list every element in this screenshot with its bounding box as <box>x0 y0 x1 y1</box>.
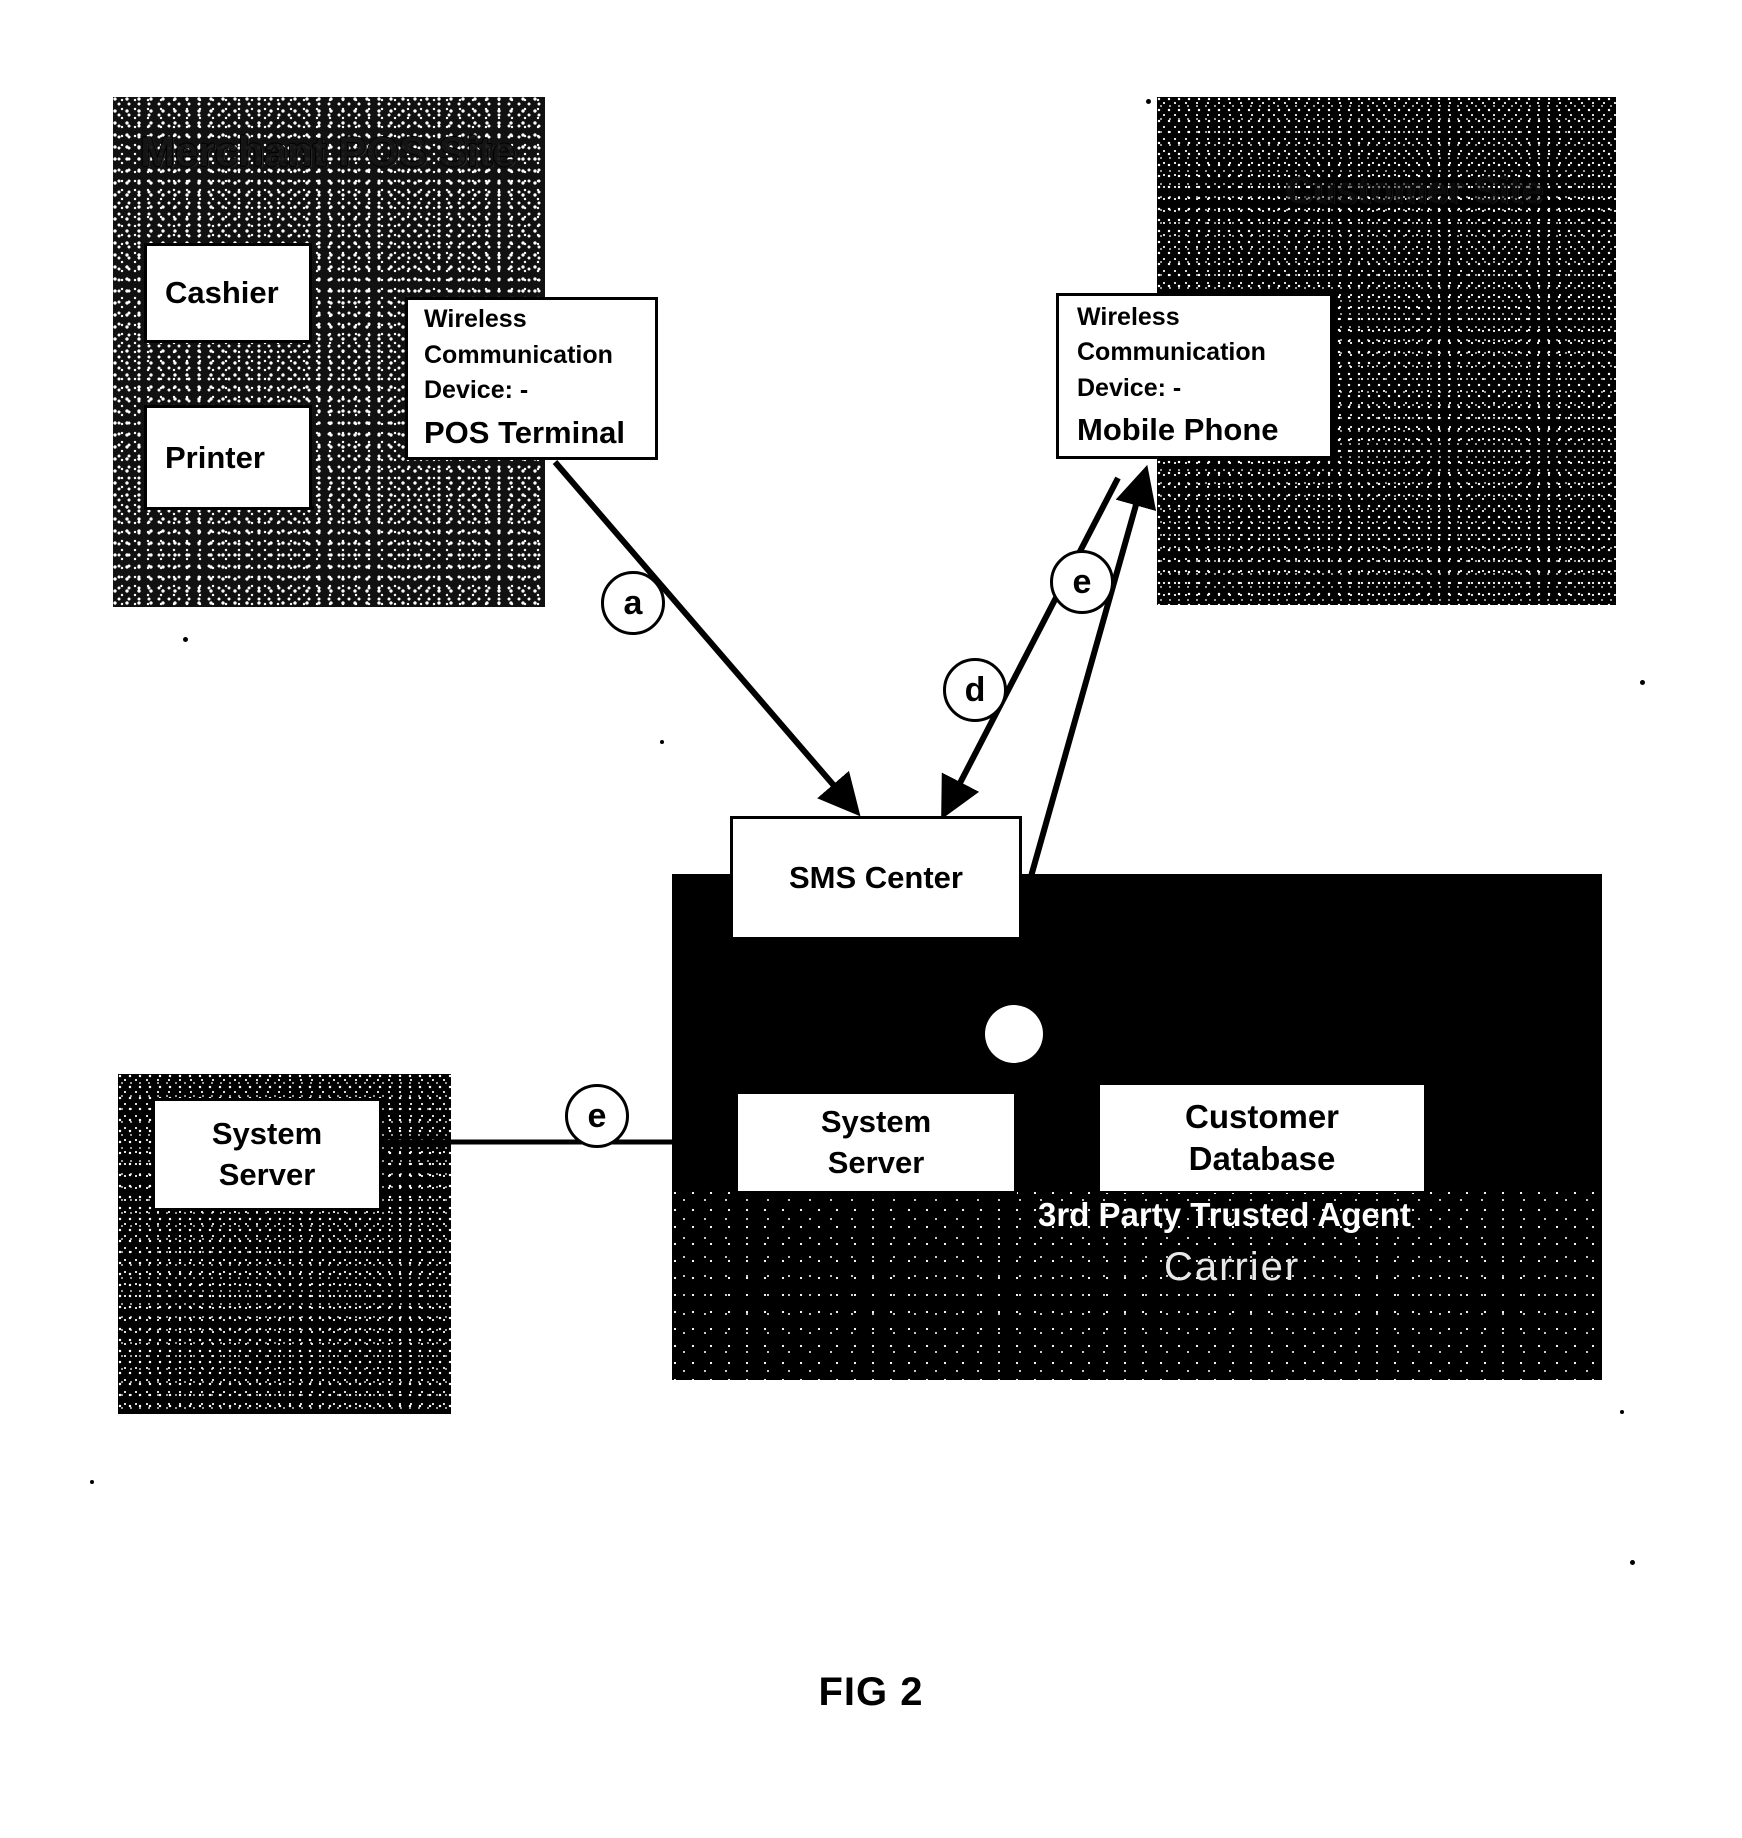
patent-figure-2: Merchant POS Site Cashier Printer Custom… <box>0 0 1742 1838</box>
mobile-phone-line-4: Mobile Phone <box>1077 412 1279 448</box>
scan-speckle <box>1630 1560 1635 1565</box>
scan-speckle <box>1146 99 1151 104</box>
edge-e-top-line <box>1027 464 1157 881</box>
pos-terminal-node: Wireless Communication Device: - POS Ter… <box>405 297 658 460</box>
edge-badge-d-label: d <box>964 670 986 709</box>
pos-terminal-line-4: POS Terminal <box>424 414 625 450</box>
scan-speckle <box>1620 1410 1624 1414</box>
system-server-operator-node: System Server <box>152 1098 382 1211</box>
scan-speckle <box>660 740 664 744</box>
printer-node: Printer <box>144 405 312 510</box>
edge-badge-e-left: e <box>565 1084 629 1148</box>
edge-badge-e-top-label: e <box>1072 562 1092 601</box>
edge-a-line <box>552 460 861 817</box>
carrier-system-server-line-2: Server <box>827 1144 925 1180</box>
carrier-system-server-line-1: System <box>820 1104 932 1140</box>
edge-badge-a-label: a <box>623 583 643 622</box>
sms-center-label: SMS Center <box>789 860 963 895</box>
figure-caption: FIG 2 <box>818 1670 924 1714</box>
customer-database-line-1: Customer <box>1184 1097 1340 1135</box>
sms-center-node: SMS Center <box>730 816 1022 940</box>
carrier-region-texture <box>672 1190 1602 1380</box>
edge-badge-d: d <box>943 658 1007 722</box>
cashier-node: Cashier <box>144 243 312 343</box>
mobile-phone-node: Wireless Communication Device: - Mobile … <box>1056 293 1333 459</box>
pos-terminal-line-3: Device: - <box>424 376 529 405</box>
edge-badge-a: a <box>601 571 665 635</box>
customer-database-line-2: Database <box>1188 1140 1336 1177</box>
system-server-operator-line-2: Server <box>218 1156 316 1192</box>
edge-badge-e-left-label: e <box>587 1096 607 1135</box>
pos-terminal-line-1: Wireless <box>424 305 527 334</box>
pos-terminal-line-2: Communication <box>424 340 613 369</box>
edge-d-line <box>941 476 1121 820</box>
cashier-label: Cashier <box>165 275 279 310</box>
scan-artifact-blob <box>985 1005 1043 1063</box>
edge-badge-e-top: e <box>1050 550 1114 614</box>
mobile-phone-line-2: Communication <box>1077 338 1266 367</box>
scan-speckle <box>1640 680 1645 685</box>
mobile-phone-line-1: Wireless <box>1077 302 1180 331</box>
scan-speckle <box>183 637 188 642</box>
customer-database-node: Customer Database <box>1098 1083 1426 1193</box>
scan-speckle <box>90 1480 94 1484</box>
scan-speckle <box>310 506 314 510</box>
system-server-operator-line-1: System <box>211 1116 323 1152</box>
mobile-phone-line-3: Device: - <box>1077 373 1182 402</box>
printer-label: Printer <box>165 439 265 475</box>
carrier-system-server-node: System Server <box>735 1091 1017 1194</box>
